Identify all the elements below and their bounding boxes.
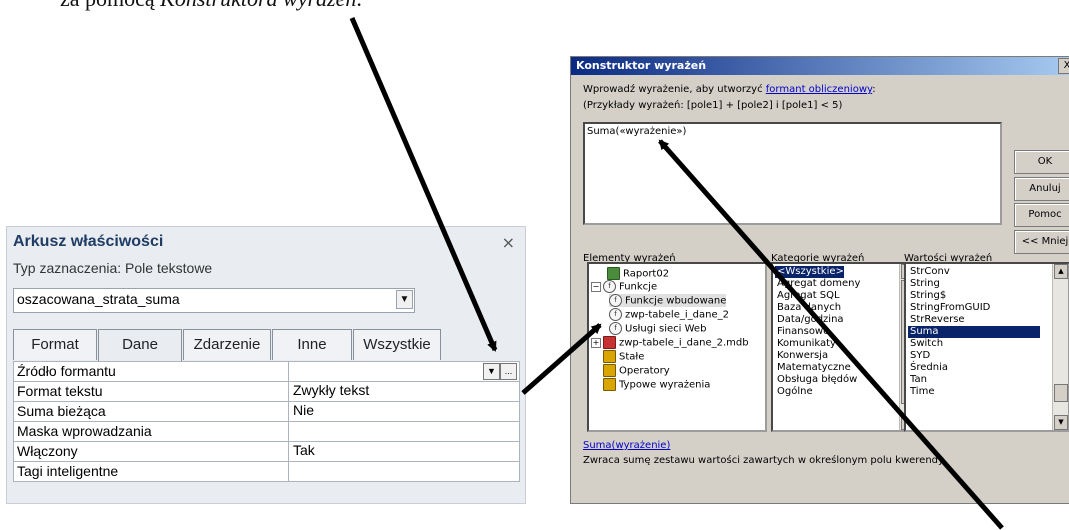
document-caption: za pomocą Konstruktora wyrażeń. <box>60 0 362 12</box>
property-row[interactable]: Maska wprowadzania <box>13 422 520 442</box>
report-icon <box>607 267 620 280</box>
scroll-down-icon[interactable]: ▼ <box>1054 415 1068 430</box>
list-item[interactable]: Suma <box>908 326 1040 338</box>
list-item[interactable]: StrConv <box>908 266 950 278</box>
list-item[interactable]: Komunikaty <box>775 338 836 350</box>
calculated-control-link[interactable]: formant obliczeniowy <box>766 84 872 95</box>
ok-button[interactable]: OK <box>1014 150 1069 174</box>
list-item[interactable]: Data/godzina <box>775 314 844 326</box>
list-item[interactable]: Agregat SQL <box>775 290 840 302</box>
expression-value: Suma(«wyrażenie») <box>587 126 687 137</box>
property-row[interactable]: Format tekstu Zwykły tekst <box>13 382 520 402</box>
function-icon: f <box>609 308 622 321</box>
builder-button[interactable]: ... <box>500 363 517 380</box>
close-icon[interactable]: × <box>502 233 515 252</box>
function-icon: f <box>603 280 616 293</box>
description-text: Zwraca sumę zestawu wartości zawartych w… <box>583 455 946 466</box>
control-select[interactable]: oszacowana_strata_suma ▼ <box>13 288 415 313</box>
list-item[interactable]: Switch <box>908 338 943 350</box>
list-item[interactable]: Obsługa błędów <box>775 374 857 386</box>
list-item[interactable]: Finansowe <box>775 326 829 338</box>
property-name: Włączony <box>17 443 78 459</box>
property-name: Maska wprowadzania <box>17 423 152 439</box>
tab-inne[interactable]: Inne <box>272 329 352 360</box>
property-name: Źródło formantu <box>17 363 116 379</box>
function-icon: f <box>609 294 622 307</box>
list-item[interactable]: String$ <box>908 290 946 302</box>
expressions-icon <box>603 378 616 391</box>
function-icon: f <box>609 322 622 335</box>
values-list[interactable]: StrConv String String$ StringFromGUID St… <box>904 262 1069 432</box>
expression-builder-dialog: Konstruktor wyrażeń X Wprowadź wyrażenie… <box>570 56 1069 504</box>
tab-wszystkie[interactable]: Wszystkie <box>353 329 441 360</box>
tree-item[interactable]: Raport02 <box>607 267 669 280</box>
tree-item[interactable]: + zwp-tabele_i_dane_2.mdb <box>591 336 749 349</box>
tab-zdarzenie[interactable]: Zdarzenie <box>183 329 271 360</box>
scrollbar[interactable]: ▲ ▼ <box>1052 264 1068 430</box>
list-item[interactable]: Baza danych <box>775 302 841 314</box>
tab-dane[interactable]: Dane <box>98 329 182 361</box>
tree-item[interactable]: Stałe <box>603 350 644 363</box>
help-button[interactable]: Pomoc <box>1014 203 1069 227</box>
list-item[interactable]: StrReverse <box>908 314 965 326</box>
less-button[interactable]: << Mniej <box>1014 230 1069 254</box>
tree-item[interactable]: f Usługi sieci Web <box>609 322 706 335</box>
collapse-icon[interactable]: − <box>591 281 601 292</box>
property-value[interactable]: Nie <box>288 402 519 421</box>
operators-icon <box>603 364 616 377</box>
property-sheet-panel: Arkusz właściwości × Typ zaznaczenia: Po… <box>6 226 526 504</box>
scroll-up-icon[interactable]: ▲ <box>1054 264 1068 279</box>
property-sheet-title: Arkusz właściwości <box>13 233 164 250</box>
scroll-thumb[interactable] <box>1054 384 1068 402</box>
tree-item[interactable]: f Funkcje wbudowane <box>609 294 727 307</box>
property-value[interactable] <box>288 462 519 481</box>
chevron-down-icon[interactable]: ▼ <box>396 290 413 309</box>
list-item[interactable]: Ogólne <box>775 386 813 398</box>
tree-item[interactable]: Operatory <box>603 364 670 377</box>
close-icon[interactable]: X <box>1058 58 1069 74</box>
dialog-title-bar: Konstruktor wyrażeń <box>571 57 1069 75</box>
property-name: Tagi inteligentne <box>17 463 119 479</box>
row-buttons: ▼... <box>483 363 517 380</box>
property-name: Suma bieżąca <box>17 403 106 419</box>
property-value[interactable] <box>288 422 519 441</box>
list-item[interactable]: Time <box>908 386 934 398</box>
list-item[interactable]: SYD <box>908 350 930 362</box>
property-row[interactable]: Suma bieżąca Nie <box>13 402 520 422</box>
list-item[interactable]: Matematyczne <box>775 362 851 374</box>
list-item[interactable]: String <box>908 278 940 290</box>
property-value[interactable]: Zwykły tekst <box>288 382 519 401</box>
control-select-value: oszacowana_strata_suma <box>17 291 180 307</box>
tab-format[interactable]: Format <box>13 329 97 360</box>
property-grid: Źródło formantu ▼... Format tekstu Zwykł… <box>13 361 520 482</box>
list-item[interactable]: Konwersja <box>775 350 828 362</box>
dialog-title: Konstruktor wyrażeń <box>576 59 707 72</box>
description-function-link[interactable]: Suma(wyrażenie) <box>583 440 670 451</box>
database-icon <box>603 336 616 349</box>
list-item[interactable]: <Wszystkie> <box>775 266 844 278</box>
example-text: (Przykłady wyrażeń: [pole1] + [pole2] i … <box>583 100 843 111</box>
elements-tree[interactable]: Raport02 − f Funkcje f Funkcje wbudowane fz… <box>587 262 767 432</box>
property-row[interactable]: Źródło formantu ▼... <box>13 361 520 382</box>
tree-item[interactable]: Typowe wyrażenia <box>603 378 710 391</box>
selection-type-label: Typ zaznaczenia: Pole tekstowe <box>13 260 213 276</box>
tree-item[interactable]: − f Funkcje <box>591 280 657 293</box>
expand-icon[interactable]: + <box>591 337 601 348</box>
instruction-text: Wprowadź wyrażenie, aby utworzyć formant… <box>583 84 876 95</box>
property-value[interactable]: Tak <box>288 442 519 461</box>
list-item[interactable]: StringFromGUID <box>908 302 990 314</box>
property-row[interactable]: Tagi inteligentne <box>13 462 520 482</box>
list-item[interactable]: Agregat domeny <box>775 278 860 290</box>
property-name: Format tekstu <box>17 383 103 399</box>
chevron-down-icon[interactable]: ▼ <box>483 363 500 380</box>
categories-list[interactable]: <Wszystkie> Agregat domeny Agregat SQL B… <box>771 262 917 432</box>
tree-item[interactable]: f zwp-tabele_i_dane_2 <box>609 308 729 321</box>
expression-textbox[interactable]: Suma(«wyrażenie») <box>583 122 1002 225</box>
constants-icon <box>603 350 616 363</box>
cancel-button[interactable]: Anuluj <box>1014 177 1069 201</box>
property-row[interactable]: Włączony Tak <box>13 442 520 462</box>
list-item[interactable]: Tan <box>908 374 927 386</box>
list-item[interactable]: Średnia <box>908 362 948 374</box>
